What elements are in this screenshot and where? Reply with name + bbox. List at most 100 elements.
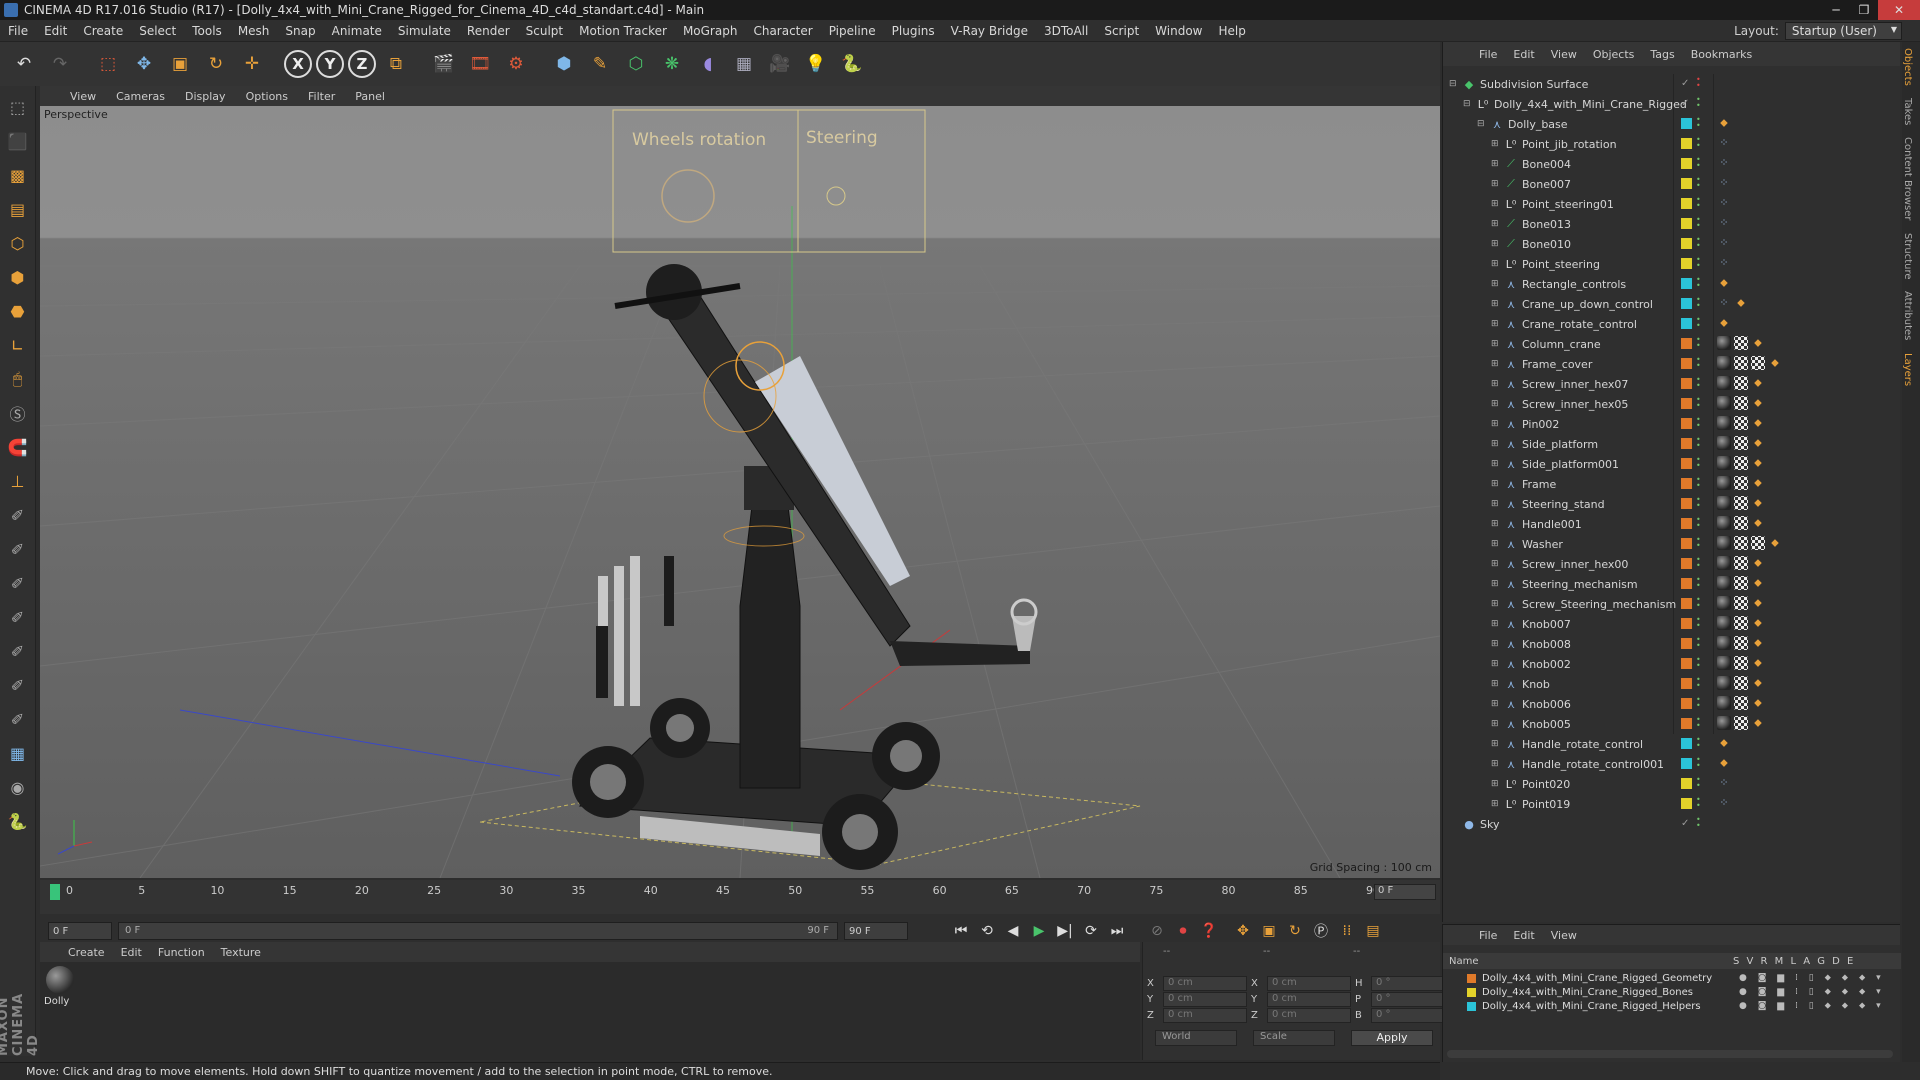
expand-toggle-icon[interactable]: ⊞	[1491, 499, 1503, 509]
constraint-tag-icon[interactable]: ⁘	[1717, 196, 1731, 210]
object-menu-file[interactable]: File	[1471, 48, 1505, 61]
visibility-dots[interactable]: • •	[1696, 696, 1701, 710]
object-row[interactable]: ⊞ ⋏ Knob007 • • ⬥	[1443, 614, 1901, 634]
layer-color-swatch[interactable]	[1681, 778, 1692, 789]
ik-tag-icon[interactable]: ⬥	[1751, 656, 1765, 670]
menu-3dtoall[interactable]: 3DToAll	[1036, 24, 1096, 38]
expand-toggle-icon[interactable]: ⊞	[1491, 639, 1503, 649]
object-row[interactable]: ⊞ ⋏ Frame • • ⬥	[1443, 474, 1901, 494]
visibility-dots[interactable]: • •	[1696, 596, 1701, 610]
object-row[interactable]: ⊞ ⋏ Crane_up_down_control • • ⁘ ⬥	[1443, 294, 1901, 314]
object-menu-tags[interactable]: Tags	[1642, 48, 1682, 61]
menu-sculpt[interactable]: Sculpt	[518, 24, 571, 38]
menu-script[interactable]: Script	[1096, 24, 1147, 38]
ik-tag-icon[interactable]: ⬥	[1717, 276, 1731, 290]
expand-toggle-icon[interactable]: ⊞	[1491, 219, 1503, 229]
expand-toggle-icon[interactable]: ⊞	[1491, 179, 1503, 189]
layer-menu-view[interactable]: View	[1543, 929, 1585, 942]
ik-tag-icon[interactable]: ⬥	[1751, 476, 1765, 490]
size-x-field[interactable]: 0 cm	[1267, 976, 1351, 991]
uvw-tag-icon[interactable]	[1734, 436, 1748, 450]
layer-color-swatch[interactable]	[1681, 658, 1692, 669]
deformer-icon[interactable]: ◖	[692, 48, 724, 80]
expand-toggle-icon[interactable]: ⊞	[1491, 419, 1503, 429]
expand-toggle-icon[interactable]: ⊞	[1491, 199, 1503, 209]
uvw-tag-icon[interactable]	[1734, 496, 1748, 510]
material-tag-icon[interactable]	[1717, 416, 1731, 430]
magnet-icon[interactable]: 🧲	[3, 432, 33, 462]
layer-color-swatch[interactable]	[1681, 618, 1692, 629]
undo-icon[interactable]: ↶	[8, 48, 40, 80]
expand-toggle-icon[interactable]: ⊞	[1491, 239, 1503, 249]
record-icon[interactable]: ⏺	[1170, 918, 1196, 944]
object-row[interactable]: ⊟ ◆ Subdivision Surface ✓ • •	[1443, 74, 1901, 94]
layer-color-swatch[interactable]	[1681, 138, 1692, 149]
ik-tag-icon[interactable]: ⬥	[1717, 316, 1731, 330]
constraint-tag-icon[interactable]: ⁘	[1717, 216, 1731, 230]
visibility-dots[interactable]: • •	[1696, 296, 1701, 310]
visibility-dots[interactable]: • •	[1696, 616, 1701, 630]
dock-tab-structure[interactable]: Structure	[1902, 227, 1913, 286]
expand-toggle-icon[interactable]: ⊟	[1477, 119, 1489, 129]
material-tag-icon[interactable]	[1717, 656, 1731, 670]
coordinate-space-dropdown[interactable]: World	[1155, 1030, 1237, 1046]
edit-check-icon[interactable]: ✓	[1681, 78, 1692, 89]
visibility-dots[interactable]: • •	[1696, 536, 1701, 550]
python-icon[interactable]: 🐍	[836, 48, 868, 80]
object-row[interactable]: ⊞ L⁰ Point_steering01 • • ⁘	[1443, 194, 1901, 214]
expand-toggle-icon[interactable]: ⊞	[1491, 599, 1503, 609]
material-menu-function[interactable]: Function	[150, 946, 213, 959]
dock-tab-takes[interactable]: Takes	[1902, 92, 1913, 131]
brush-tool-icon-7[interactable]: ✐	[3, 704, 33, 734]
axis-mode-icon[interactable]: ∟	[3, 330, 33, 360]
layer-color-swatch[interactable]	[1467, 987, 1476, 997]
material-tag-icon[interactable]	[1717, 496, 1731, 510]
layer-color-swatch[interactable]	[1681, 718, 1692, 729]
layer-flag-icons[interactable]: ● ◙ ▆ ⁞ ▯ ⬥ ⬥ ⬥ ▾	[1739, 987, 1885, 997]
object-row[interactable]: ⊞ ⋏ Side_platform001 • • ⬥	[1443, 454, 1901, 474]
expand-toggle-icon[interactable]: ⊞	[1491, 459, 1503, 469]
viewport-menu-cameras[interactable]: Cameras	[106, 90, 175, 103]
current-frame-field[interactable]: 0 F	[1374, 884, 1436, 900]
visibility-dots[interactable]: • •	[1696, 456, 1701, 470]
key-scale-icon[interactable]: ▣	[1256, 918, 1282, 944]
visibility-dots[interactable]: • •	[1696, 256, 1701, 270]
layer-color-swatch[interactable]	[1681, 158, 1692, 169]
visibility-dots[interactable]: • •	[1696, 796, 1701, 810]
object-row[interactable]: ⊞ ⋏ Frame_cover • • ⬥	[1443, 354, 1901, 374]
brush-tool-icon-4[interactable]: ✐	[3, 602, 33, 632]
ik-tag-icon[interactable]: ⬥	[1751, 576, 1765, 590]
edit-check-icon[interactable]: ✓	[1681, 818, 1692, 829]
viewport-menu-panel[interactable]: Panel	[345, 90, 395, 103]
uvw-tag-icon[interactable]	[1734, 716, 1748, 730]
object-row[interactable]: ⊞ ⋏ Screw_Steering_mechanism • • ⬥	[1443, 594, 1901, 614]
expand-toggle-icon[interactable]: ⊞	[1491, 319, 1503, 329]
cube-primitive-icon[interactable]: ⬢	[548, 48, 580, 80]
object-row[interactable]: ⊞ ⋏ Rectangle_controls • • ⬥	[1443, 274, 1901, 294]
uvw-tag-icon[interactable]	[1734, 656, 1748, 670]
visibility-dots[interactable]: • •	[1696, 436, 1701, 450]
end-frame-field[interactable]: 90 F	[844, 922, 908, 940]
viewport-menu-filter[interactable]: Filter	[298, 90, 345, 103]
viewport-menu-display[interactable]: Display	[175, 90, 236, 103]
previous-key-icon[interactable]: ⟲	[974, 918, 1000, 944]
frame-range-slider[interactable]: 0 F 90 F	[118, 922, 838, 940]
tweak-mode-icon[interactable]: 🖱	[3, 364, 33, 394]
coordinate-system-icon[interactable]: ⧉	[380, 48, 412, 80]
uvw-tag-icon[interactable]	[1734, 456, 1748, 470]
ik-tag-icon[interactable]: ⬥	[1751, 716, 1765, 730]
visibility-dots[interactable]: • •	[1696, 636, 1701, 650]
material-tag-icon[interactable]	[1717, 616, 1731, 630]
expand-toggle-icon[interactable]: ⊟	[1463, 99, 1475, 109]
brush-tool-icon-3[interactable]: ✐	[3, 568, 33, 598]
expand-toggle-icon[interactable]: ⊞	[1491, 699, 1503, 709]
visibility-dots[interactable]: • •	[1696, 336, 1701, 350]
menu-motion-tracker[interactable]: Motion Tracker	[571, 24, 675, 38]
object-row[interactable]: ⊞ L⁰ Point020 • • ⁘	[1443, 774, 1901, 794]
uvw-tag-icon[interactable]	[1734, 576, 1748, 590]
visibility-dots[interactable]: • •	[1696, 396, 1701, 410]
object-menu-view[interactable]: View	[1543, 48, 1585, 61]
material-tag-icon[interactable]	[1717, 436, 1731, 450]
render-picture-viewer-icon[interactable]: 🎞	[464, 48, 496, 80]
layer-color-swatch[interactable]	[1681, 218, 1692, 229]
